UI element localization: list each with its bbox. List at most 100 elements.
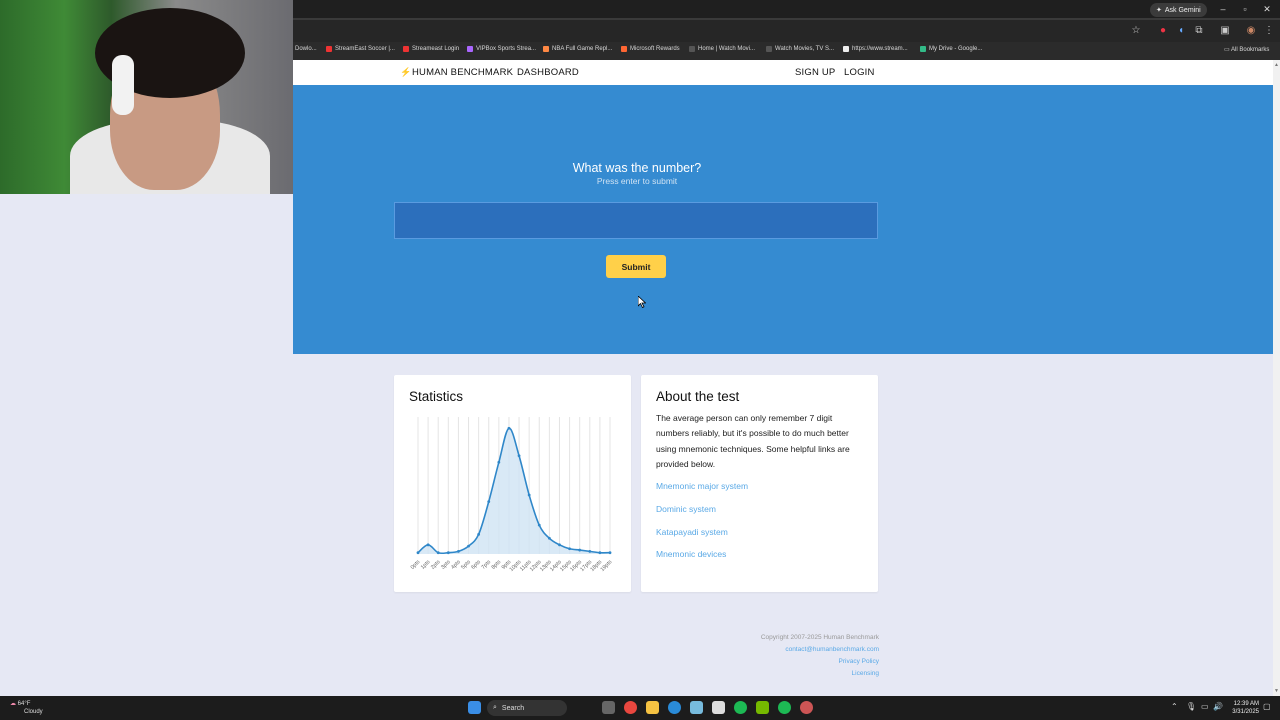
profile-icon[interactable]: ◉: [1245, 25, 1257, 37]
puzzle-icon[interactable]: ⧉: [1193, 25, 1205, 37]
close-icon[interactable]: ✕: [1260, 4, 1274, 15]
task-view-icon[interactable]: [602, 701, 615, 714]
copyright-text: Copyright 2007-2025 Human Benchmark: [760, 634, 879, 641]
lightning-logo-icon: ⚡: [400, 67, 412, 77]
chart-data-point: [467, 544, 470, 548]
bookmark-item[interactable]: Dowlo...: [295, 46, 317, 52]
windows-start-icon[interactable]: [468, 701, 481, 714]
cloud-icon: ☁: [10, 701, 16, 707]
chart-x-tick-label: 1pts: [420, 559, 432, 571]
about-card: About the test The average person can on…: [641, 375, 878, 592]
clock-date: 3/31/2025: [1232, 709, 1259, 715]
statistics-card: Statistics 0pts 1pts 2pts 3pts 4pts 5pts 6pts 7…: [394, 375, 631, 592]
about-description: The average person can only remember 7 d…: [656, 413, 850, 470]
spotify-icon[interactable]: [734, 701, 747, 714]
chrome-icon[interactable]: [624, 701, 637, 714]
chart-data-point: [588, 549, 592, 553]
bookmark-item[interactable]: StreamEast Soccer |...: [326, 46, 395, 52]
mnemonic-devices-link[interactable]: Mnemonic devices: [656, 549, 726, 559]
all-bookmarks-button[interactable]: ▭ All Bookmarks: [1224, 46, 1269, 53]
chart-data-point: [558, 543, 561, 547]
signup-link[interactable]: SIGN UP: [795, 67, 835, 78]
chart-data-point: [568, 547, 571, 551]
maximize-icon[interactable]: ▫: [1238, 4, 1252, 14]
chart-area-fill: [418, 428, 610, 554]
chart-data-point: [547, 536, 551, 540]
mouse-cursor-icon: [638, 296, 646, 308]
clock-time: 12:39 AM: [1233, 701, 1259, 707]
weather-condition: Cloudy: [24, 709, 43, 715]
edge-icon[interactable]: [668, 701, 681, 714]
bookmark-item[interactable]: NBA Full Game Repl...: [543, 46, 612, 52]
bookmark-favicon: [326, 46, 332, 52]
audio-icon[interactable]: ◖: [1175, 25, 1187, 37]
chart-data-point: [446, 551, 450, 555]
submit-button[interactable]: Submit: [606, 255, 666, 278]
bookmark-favicon: [689, 46, 695, 52]
minimize-icon[interactable]: –: [1216, 4, 1230, 14]
bookmark-item[interactable]: Microsoft Rewards: [621, 46, 680, 52]
brand-link[interactable]: HUMAN BENCHMARK: [412, 67, 513, 78]
chart-x-tick-label: 2pts: [430, 559, 442, 571]
submit-hint: Press enter to submit: [596, 176, 678, 186]
weather-temp: 64°F: [17, 701, 31, 707]
login-link[interactable]: LOGIN: [844, 67, 875, 78]
question-heading: What was the number?: [572, 161, 702, 175]
chart-data-point: [517, 454, 521, 458]
chart-x-tick-label: 5pts: [460, 559, 472, 571]
page-scrollbar[interactable]: ▲ ▼: [1273, 60, 1280, 696]
taskbar-clock[interactable]: 12:39 AM 3/31/2025: [1225, 700, 1259, 716]
sidepanel-icon[interactable]: ▣: [1219, 25, 1231, 37]
file-explorer-icon[interactable]: [646, 701, 659, 714]
volume-icon[interactable]: 🔊: [1213, 702, 1223, 711]
mnemonic-major-system-link[interactable]: Mnemonic major system: [656, 481, 748, 491]
weather-widget[interactable]: ☁ 64°F Cloudy: [10, 700, 43, 716]
chart-x-tick-label: 19pts: [600, 559, 614, 573]
copilot-icon[interactable]: [690, 701, 703, 714]
app-icon[interactable]: [800, 701, 813, 714]
chart-x-tick-label: 3pts: [440, 559, 452, 571]
dashboard-link[interactable]: DASHBOARD: [517, 67, 579, 78]
licensing-link[interactable]: Licensing: [852, 670, 879, 677]
bookmark-favicon: [920, 46, 926, 52]
chart-data-point: [578, 548, 582, 552]
search-icon: ⌕: [493, 704, 497, 711]
windows-taskbar: [0, 696, 1280, 720]
bookmark-item[interactable]: My Drive - Google...: [920, 46, 982, 52]
menu-icon[interactable]: ⋮: [1263, 25, 1275, 37]
dominic-system-link[interactable]: Dominic system: [656, 504, 716, 514]
store-icon[interactable]: [712, 701, 725, 714]
microphone-icon[interactable]: 🎙: [1186, 702, 1196, 711]
bookmark-favicon: [766, 46, 772, 52]
number-input[interactable]: [394, 202, 878, 239]
privacy-policy-link[interactable]: Privacy Policy: [839, 658, 879, 665]
network-icon[interactable]: ▭: [1201, 702, 1209, 711]
bookmark-favicon: [621, 46, 627, 52]
taskbar-search-label: Search: [501, 704, 525, 712]
chart-x-tick-label: 0pts: [410, 559, 422, 571]
about-title: About the test: [656, 389, 740, 404]
notification-icon[interactable]: ▢: [1263, 702, 1271, 711]
chart-data-point: [487, 500, 491, 503]
contact-email-link[interactable]: contact@humanbenchmark.com: [785, 646, 879, 653]
ask-gemini-label: Ask Gemini: [1164, 6, 1201, 14]
star-icon[interactable]: ☆: [1130, 25, 1142, 37]
bookmark-item[interactable]: Streameast Login: [403, 46, 459, 52]
webcam-headset: [112, 55, 134, 115]
chart-x-tick-label: 7pts: [481, 559, 493, 571]
scroll-up-icon[interactable]: ▲: [1274, 62, 1279, 68]
bookmark-item[interactable]: https://www.stream...: [843, 46, 908, 52]
scroll-down-icon[interactable]: ▼: [1274, 688, 1279, 694]
spotify-alt-icon[interactable]: [778, 701, 791, 714]
katapayadi-system-link[interactable]: Katapayadi system: [656, 527, 728, 537]
bookmark-item[interactable]: Home | Watch Movi...: [689, 46, 755, 52]
nvidia-icon[interactable]: [756, 701, 769, 714]
taskbar-search[interactable]: ⌕ Search: [487, 700, 567, 716]
ask-gemini-button[interactable]: ✦ Ask Gemini: [1150, 3, 1207, 17]
bookmark-item[interactable]: Watch Movies, TV S...: [766, 46, 834, 52]
extension-icon[interactable]: ●: [1157, 25, 1169, 37]
bookmark-item[interactable]: VIPBox Sports Strea...: [467, 46, 536, 52]
tray-chevron-icon[interactable]: ⌃: [1171, 702, 1178, 711]
bookmark-favicon: [843, 46, 849, 52]
chart-x-tick-label: 6pts: [470, 559, 482, 571]
